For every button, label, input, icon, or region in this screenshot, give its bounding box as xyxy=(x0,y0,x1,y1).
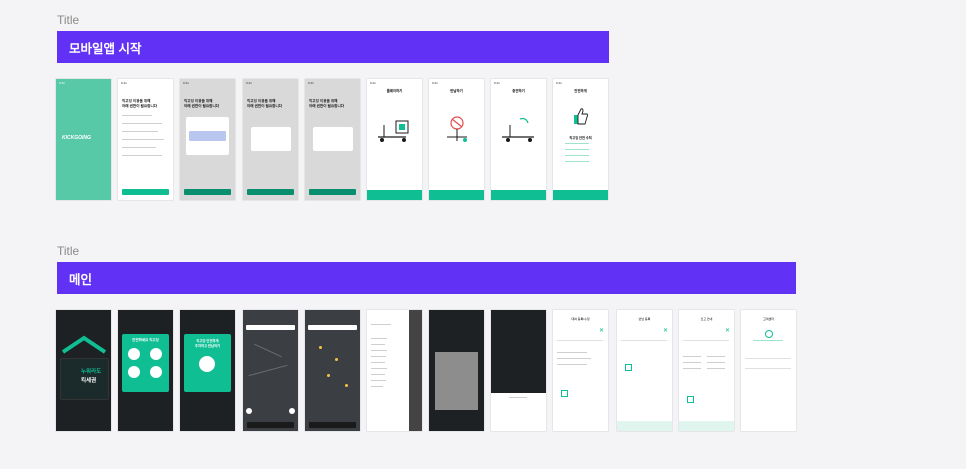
section-1-banner: 모바일앱 시작 xyxy=(57,31,609,63)
promo-card-3[interactable]: 킥고잉 안전하게 주차하고 반납하기 xyxy=(184,334,231,392)
camera-dialog xyxy=(251,127,291,151)
safety-title: 킥고잉 안전 수칙 xyxy=(569,136,592,140)
screen-permission-notification[interactable]: 9:41 킥고잉 이용을 위해 아래 권한이 필요합니다 xyxy=(305,79,360,200)
qr-scan-area xyxy=(435,352,478,410)
screen-map-1[interactable] xyxy=(243,310,298,431)
section-2-banner: 메인 xyxy=(57,262,796,294)
rent-bottom-sheet[interactable] xyxy=(491,393,546,431)
charging-icon xyxy=(502,117,534,142)
location-dialog xyxy=(186,117,229,155)
no-parking-icon xyxy=(447,116,467,142)
screen-permission-location[interactable]: 9:41 킥고잉 이용을 위해 아래 권한이 필요합니다 xyxy=(180,79,235,200)
permission-title: 킥고잉 이용을 위해 아래 권한이 필요합니다 xyxy=(122,99,158,108)
screen-onboarding-4[interactable]: 9:41 안전하게 킥고잉 안전 수칙 xyxy=(553,79,608,200)
splash-logo: KICKGOING xyxy=(62,135,91,141)
thumbs-up-icon xyxy=(574,108,588,125)
chat-icon xyxy=(765,330,773,338)
screen-onboarding-3[interactable]: 9:41 충전하기 xyxy=(491,79,546,200)
map-rent-button[interactable] xyxy=(247,422,294,428)
screen-form-1[interactable]: 대여 등록/수정 ✕ xyxy=(553,310,608,431)
promo-card-2[interactable]: 안전하세요 킥고잉 xyxy=(122,334,169,392)
screen-main-promo-1[interactable]: 누워라도 킥세권 xyxy=(56,310,111,431)
section-1-title: Title xyxy=(57,13,80,27)
screen-side-menu[interactable] xyxy=(367,310,422,431)
map-search-input[interactable] xyxy=(246,325,295,330)
screen-main-promo-3[interactable]: 킥고잉 안전하게 주차하고 반납하기 xyxy=(180,310,235,431)
screen-support[interactable]: 고객센터 xyxy=(741,310,796,431)
onboarding-next-button[interactable] xyxy=(367,190,422,200)
permission-confirm-button[interactable] xyxy=(122,189,169,195)
screen-permission-camera[interactable]: 9:41 킥고잉 이용을 위해 아래 권한이 필요합니다 xyxy=(243,79,298,200)
screen-permission[interactable]: 9:41 킥고잉 이용을 위해 아래 권한이 필요합니다 xyxy=(118,79,173,200)
section-2-title: Title xyxy=(57,244,80,258)
promo-card-1[interactable]: 누워라도 킥세권 xyxy=(60,358,109,400)
screen-map-2[interactable] xyxy=(305,310,360,431)
close-icon[interactable]: ✕ xyxy=(599,327,604,334)
screen-onboarding-2[interactable]: 9:41 반납하기 xyxy=(429,79,484,200)
screen-qr-scan[interactable] xyxy=(429,310,484,431)
scooter-qr-icon xyxy=(378,120,409,142)
screen-splash[interactable]: 9:41 KICKGOING xyxy=(56,79,111,200)
screen-form-2[interactable]: 반납 등록 ✕ xyxy=(617,310,672,431)
notification-dialog xyxy=(313,127,353,151)
screen-onboarding-1[interactable]: 9:41 플레이하기 xyxy=(367,79,422,200)
screen-form-3[interactable]: 신고 안내 ✕ xyxy=(679,310,734,431)
screen-rent-sheet[interactable] xyxy=(491,310,546,431)
screen-main-promo-2[interactable]: 안전하세요 킥고잉 xyxy=(118,310,173,431)
